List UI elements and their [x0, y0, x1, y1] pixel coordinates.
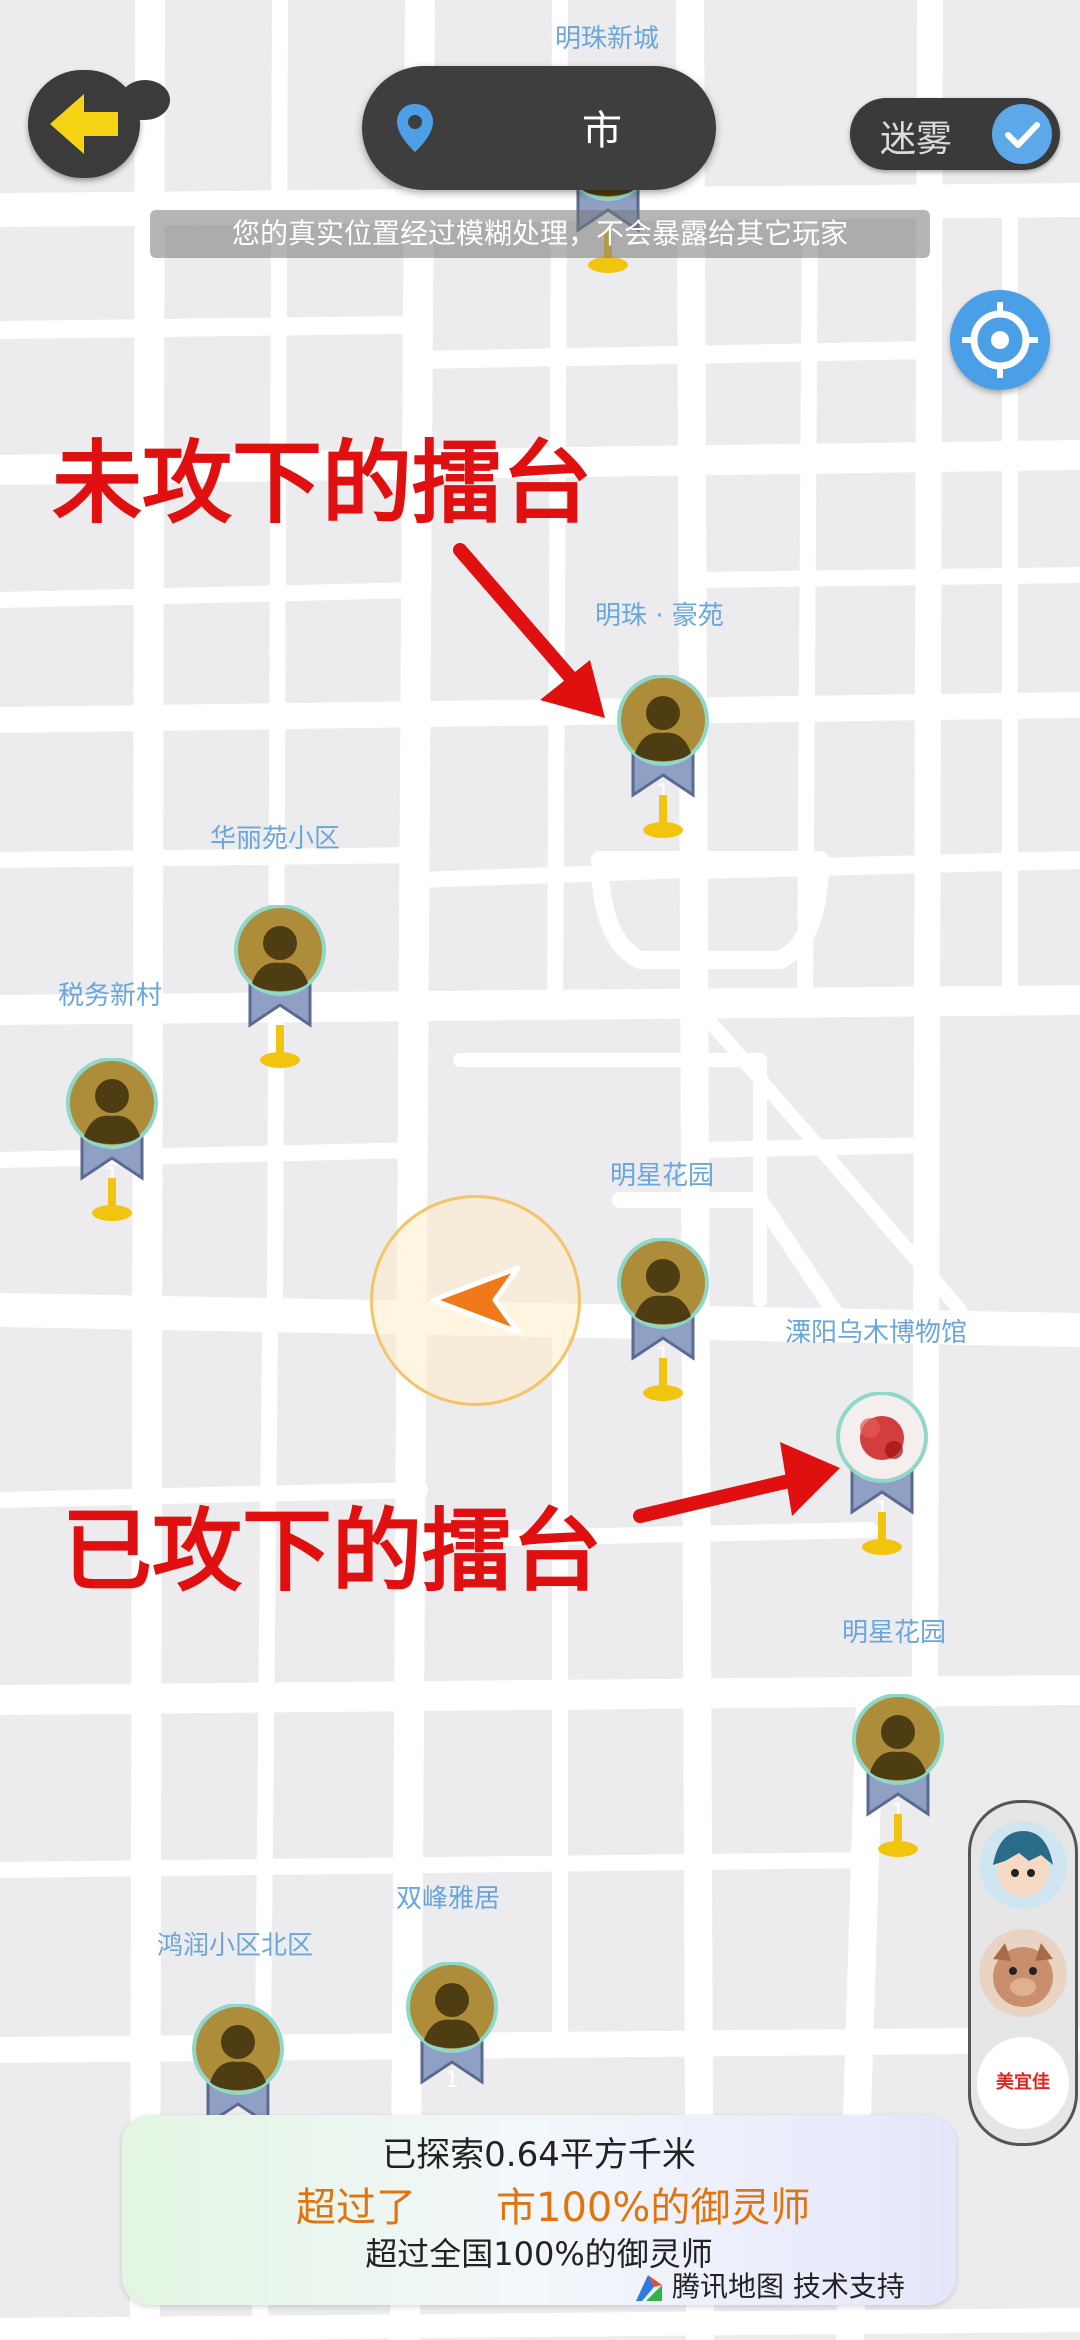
tencent-map-logo-icon [636, 2275, 662, 2301]
city-prefix-text: 超过了 [296, 2185, 416, 2231]
pig-avatar[interactable] [979, 1929, 1067, 2017]
locate-me-button[interactable] [950, 290, 1050, 390]
back-button[interactable] [28, 70, 170, 178]
city-rank-text: 市100%的御灵师 [496, 2185, 811, 2231]
place-label: 明星花园 [842, 1618, 947, 1648]
annotation-conquered-label: 已攻下的擂台 [62, 1499, 602, 1604]
place-label: 鸿润小区北区 [157, 1931, 314, 1961]
place-label: 双峰雅居 [396, 1884, 501, 1914]
place-label: 溧阳乌木博物馆 [785, 1318, 968, 1348]
place-label: 华丽苑小区 [210, 824, 341, 854]
explored-area-text: 已探索0.64平方千米 [382, 2135, 696, 2175]
annotation-unconquered-label: 未攻下的擂台 [52, 431, 592, 536]
meiyijia-brand-button[interactable]: 美宜佳 [977, 2037, 1069, 2129]
arena-marker-icon: 1 [66, 1057, 158, 1221]
annotation-arrow-icon [633, 1442, 840, 1523]
fog-toggle[interactable]: 迷雾 [850, 98, 1060, 170]
arena-marker-icon: 1 [617, 1237, 709, 1401]
arena-marker-unconquered[interactable]: 1 [230, 904, 330, 1105]
city-selector[interactable]: 市 [362, 66, 716, 190]
checkmark-icon [992, 104, 1052, 164]
place-label: 明珠新城 [555, 24, 660, 54]
marker-level: 1 [445, 2068, 459, 2093]
player-arrow-icon [430, 1265, 521, 1335]
place-label: 明星花园 [610, 1161, 715, 1191]
annotation-arrow-icon [453, 543, 605, 718]
target-icon [962, 302, 1038, 378]
city-name: 市 [582, 108, 622, 154]
back-arrow-icon [50, 94, 118, 154]
side-panel: 美宜佳 [968, 1800, 1078, 2146]
arena-marker-icon: 1 [852, 1693, 944, 1857]
arena-marker-unconquered[interactable]: 1 [613, 674, 713, 875]
shikigami-avatar[interactable] [979, 1821, 1067, 1909]
map-canvas[interactable] [0, 0, 1080, 2340]
arena-marker-unconquered[interactable]: 1 [848, 1693, 948, 1894]
fog-label: 迷雾 [880, 119, 953, 160]
arena-marker-unconquered[interactable]: 1 [613, 1237, 713, 1438]
privacy-note: 您的真实位置经过模糊处理，不会暴露给其它玩家 [150, 210, 930, 258]
player-location-indicator [370, 1195, 581, 1406]
map-credit-text: 腾讯地图 技术支持 [672, 2270, 905, 2303]
place-label: 税务新村 [58, 981, 163, 1011]
arena-marker-icon: 1 [234, 904, 326, 1068]
map-credit: 腾讯地图 技术支持 [632, 2265, 905, 2305]
exploration-stats-panel: 已探索0.64平方千米 超过了 市100%的御灵师 超过全国100%的御灵师 腾… [122, 2115, 956, 2305]
arena-marker-icon: 1 [617, 674, 709, 838]
location-pin-icon [397, 104, 433, 152]
arena-marker-unconquered[interactable]: 1 [62, 1057, 162, 1258]
